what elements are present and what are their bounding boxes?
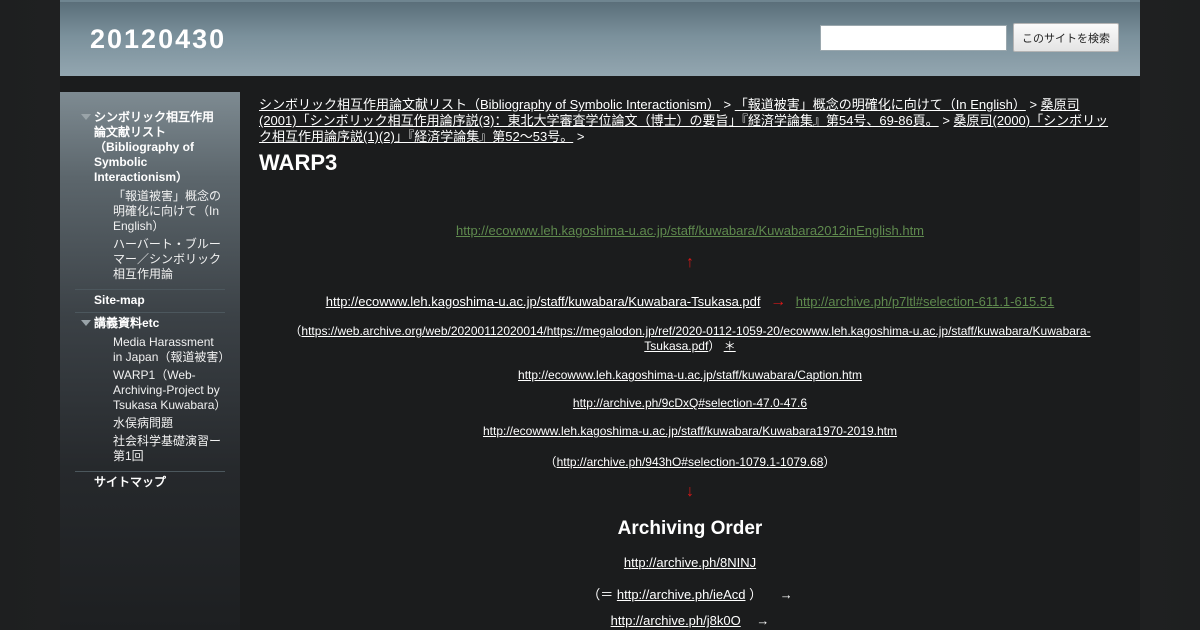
breadcrumb-separator: > [576,129,585,144]
link-tsukasa-pdf[interactable]: http://ecowww.leh.kagoshima-u.ac.jp/staf… [326,294,761,309]
link-archive-p7[interactable]: http://archive.ph/p7ltl#selection-611.1-… [796,294,1054,309]
page-title: WARP3 [259,150,338,175]
sidebar-subitem-warp1[interactable]: WARP1（Web-Archiving-Project by Tsukasa K… [113,368,226,413]
arrow-plain-icon: → [756,613,770,628]
arrow-plain-icon: → [779,587,793,602]
sidebar-subitem-minamata[interactable]: 水俣病問題 [113,416,225,431]
sidebar-subitem-seminar[interactable]: 社会科学基礎演習ー第1回 [113,434,225,464]
breadcrumb-separator: > [723,97,732,112]
sidebar-subitem-media-harassment[interactable]: Media Harassment in Japan（報道被害） [113,335,230,365]
paren-close: ） [708,339,721,353]
sidebar-subitem-blumer[interactable]: ハーバート・ブルーマー／シンボリック相互作用論 [113,237,225,282]
link-star[interactable]: ＊ [724,339,736,353]
expand-triangle-icon[interactable] [81,320,91,326]
sidebar-subnav: 「報道被害」概念の明確化に向けて（In English） ハーバート・ブルーマー… [94,189,225,282]
arrow-row-down: ↓ [259,483,1121,501]
link-ieacd[interactable]: http://archive.ph/ieAcd [617,587,746,602]
sidebar-item-bibliography[interactable]: シンボリック相互作用論文献リスト（Bibliography of Symboli… [75,110,225,290]
link-row-webarchive: （https://web.archive.org/web/20200112020… [259,324,1121,354]
paren-close: ） [823,455,836,469]
main-content: シンボリック相互作用論文献リスト（Bibliography of Symboli… [259,97,1111,175]
arrow-right-icon: → [770,293,787,310]
sidebar-item-site-map[interactable]: Site-map [75,290,225,313]
arrow-row-up: ↑ [259,254,1121,272]
link-row-1970: http://ecowww.leh.kagoshima-u.ac.jp/staf… [259,424,1121,438]
link-row-caption: http://ecowww.leh.kagoshima-u.ac.jp/staf… [259,368,1121,382]
archiving-order-row: Archiving Order [259,518,1121,540]
link-row-archive-9c: http://archive.ph/9cDxQ#selection-47.0-4… [259,396,1121,410]
paren-open: （ [544,455,557,469]
link-j8k0o[interactable]: http://archive.ph/j8k0O [611,613,741,628]
breadcrumb-separator: > [942,113,950,128]
breadcrumb-link[interactable]: 「報道被害」概念の明確化に向けて（In English） [735,97,1026,112]
link-8ninj[interactable]: http://archive.ph/8NINJ [624,555,756,570]
sidebar-item-sitemap-ja[interactable]: サイトマップ [75,472,225,494]
link-webarchive[interactable]: https://web.archive.org/web/202001120200… [301,324,1090,353]
link-row-tsukasa: http://ecowww.leh.kagoshima-u.ac.jp/staf… [259,293,1121,311]
breadcrumb: シンボリック相互作用論文献リスト（Bibliography of Symboli… [259,97,1111,145]
sidebar-item-label[interactable]: Site-map [94,293,225,308]
paren-open: （ [289,324,302,338]
site-header: 20120430 このサイトを検索 [60,0,1140,76]
link-row-archive-943: （http://archive.ph/943hO#selection-1079.… [259,453,1121,470]
sidebar-item-label[interactable]: シンボリック相互作用論文献リスト（Bibliography of Symboli… [94,110,225,185]
eq-open: （＝ [587,587,614,602]
arrow-down-icon: ↓ [686,483,694,500]
link-row-english: http://ecowww.leh.kagoshima-u.ac.jp/staf… [259,223,1121,238]
arrow-up-icon: ↑ [686,254,694,271]
search-input[interactable] [820,25,1007,51]
sidebar-item-label[interactable]: 講義資料etc [94,316,225,331]
archiving-order-heading: Archiving Order [617,518,763,539]
link-english[interactable]: http://ecowww.leh.kagoshima-u.ac.jp/staf… [456,223,924,238]
breadcrumb-separator: > [1029,97,1038,112]
link-row-ieacd: （＝ http://archive.ph/ieAcd ） → [259,584,1121,603]
link-row-j8k0o: http://archive.ph/j8k0O → [259,613,1121,628]
sidebar-subitem-media-damage[interactable]: 「報道被害」概念の明確化に向けて（In English） [113,189,225,234]
breadcrumb-link[interactable]: シンボリック相互作用論文献リスト（Bibliography of Symboli… [259,97,720,112]
search-button[interactable]: このサイトを検索 [1013,23,1119,52]
sidebar-item-lecture-materials[interactable]: 講義資料etc Media Harassment in Japan（報道被害） … [75,313,230,472]
link-archive-9c[interactable]: http://archive.ph/9cDxQ#selection-47.0-4… [573,396,807,410]
link-1970[interactable]: http://ecowww.leh.kagoshima-u.ac.jp/staf… [483,424,897,438]
sidebar-nav: シンボリック相互作用論文献リスト（Bibliography of Symboli… [75,110,230,494]
link-row-8ninj: http://archive.ph/8NINJ [259,555,1121,570]
link-caption[interactable]: http://ecowww.leh.kagoshima-u.ac.jp/staf… [518,368,862,382]
link-archive-943[interactable]: http://archive.ph/943hO#selection-1079.1… [557,455,824,469]
eq-close: ） [749,587,763,602]
sidebar-subnav: Media Harassment in Japan（報道被害） WARP1（We… [94,335,230,464]
sidebar-item-label[interactable]: サイトマップ [94,475,225,490]
expand-triangle-icon[interactable] [81,114,91,120]
site-title[interactable]: 20120430 [90,24,226,55]
sidebar: シンボリック相互作用論文献リスト（Bibliography of Symboli… [60,92,240,630]
